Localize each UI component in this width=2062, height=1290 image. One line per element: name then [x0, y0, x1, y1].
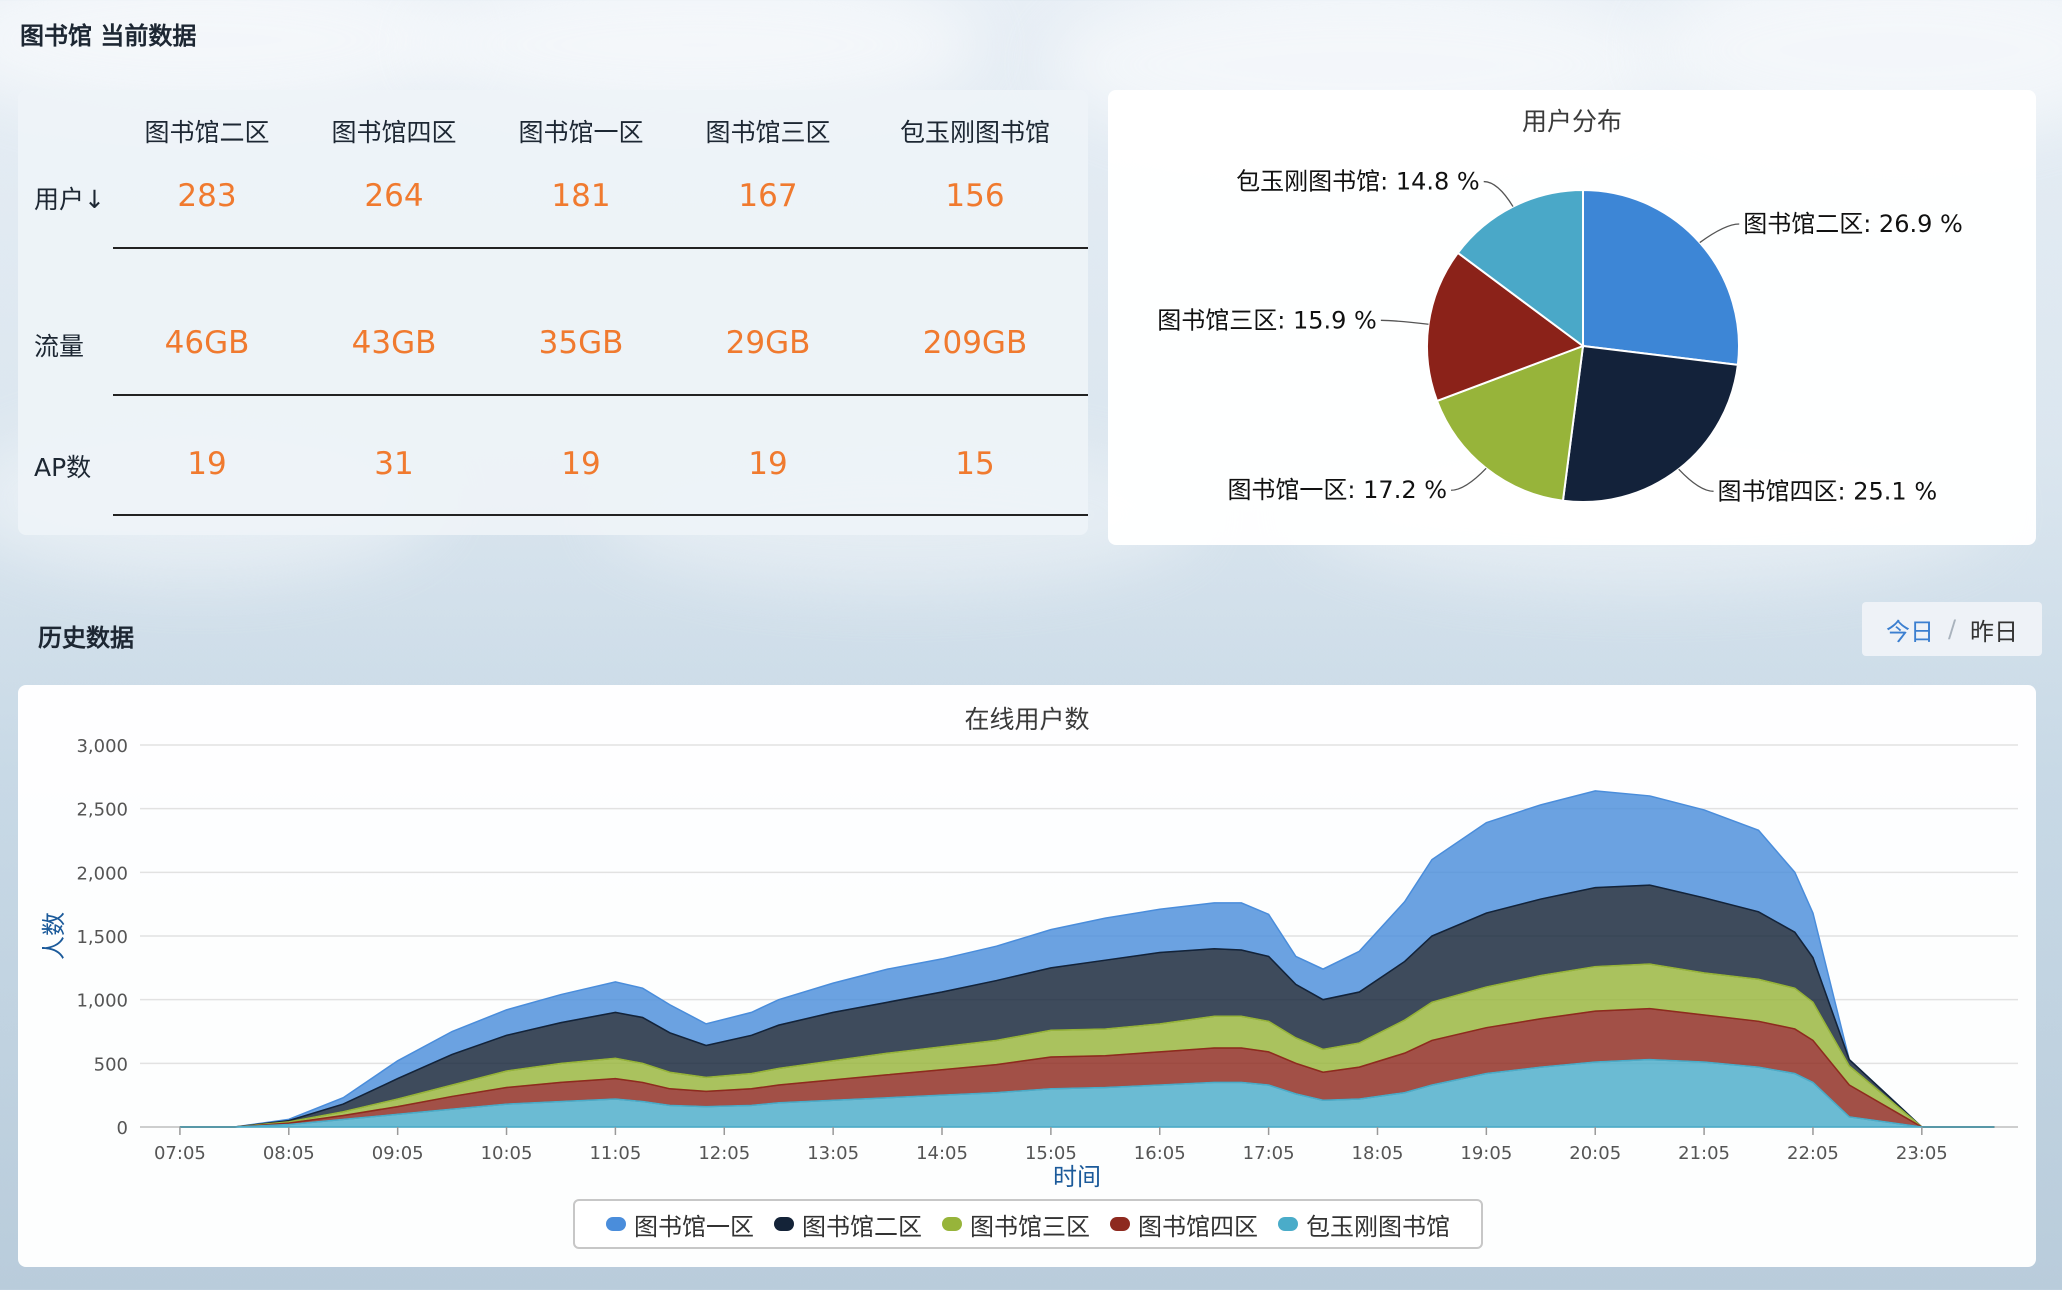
legend-label: 图书馆四区: [1138, 1212, 1258, 1241]
legend-label: 图书馆二区: [802, 1212, 922, 1241]
x-tick-label: 22:05: [1787, 1143, 1839, 1164]
y-tick-label: 0: [117, 1118, 128, 1139]
x-tick-label: 11:05: [589, 1143, 641, 1164]
y-tick-label: 1,000: [76, 991, 128, 1012]
x-tick-label: 07:05: [154, 1143, 206, 1164]
legend-label: 包玉刚图书馆: [1306, 1212, 1450, 1241]
y-tick-label: 500: [94, 1054, 128, 1075]
x-tick-label: 18:05: [1352, 1143, 1404, 1164]
legend-swatch: [942, 1217, 962, 1231]
x-tick-label: 09:05: [372, 1143, 424, 1164]
legend-item[interactable]: 图书馆四区: [1110, 1207, 1258, 1242]
x-axis-title: 时间: [1053, 1163, 1101, 1191]
area-chart: 0 500 1,000 1,500 2,000 2,500 3,000 07:05 08:05 0…: [40, 736, 2018, 1191]
y-tick-label: 2,000: [76, 863, 128, 884]
legend-label: 图书馆一区: [634, 1212, 754, 1241]
legend-label: 图书馆三区: [970, 1212, 1090, 1241]
legend-swatch: [774, 1217, 794, 1231]
legend-swatch: [1278, 1217, 1298, 1231]
x-tick-label: 17:05: [1243, 1143, 1295, 1164]
legend-item[interactable]: 图书馆一区: [606, 1207, 754, 1242]
y-tick-label: 1,500: [76, 927, 128, 948]
x-tick-label: 19:05: [1460, 1143, 1512, 1164]
area-chart-legend: 图书馆一区 图书馆二区 图书馆三区 图书馆四区 包玉刚图书馆: [573, 1199, 1483, 1249]
x-tick-label: 12:05: [698, 1143, 750, 1164]
y-axis-title: 人数: [40, 912, 68, 960]
y-tick-label: 3,000: [76, 736, 128, 757]
x-tick-label: 16:05: [1134, 1143, 1186, 1164]
legend-item[interactable]: 包玉刚图书馆: [1278, 1207, 1450, 1242]
y-tick-label: 2,500: [76, 800, 128, 821]
x-tick-label: 10:05: [481, 1143, 533, 1164]
x-tick-label: 08:05: [263, 1143, 315, 1164]
legend-item[interactable]: 图书馆二区: [774, 1207, 922, 1242]
x-tick-label: 15:05: [1025, 1143, 1077, 1164]
x-tick-label: 14:05: [916, 1143, 968, 1164]
legend-swatch: [1110, 1217, 1130, 1231]
legend-swatch: [606, 1217, 626, 1231]
legend-item[interactable]: 图书馆三区: [942, 1207, 1090, 1242]
x-tick-label: 23:05: [1896, 1143, 1948, 1164]
x-tick-label: 20:05: [1569, 1143, 1621, 1164]
x-tick-label: 13:05: [807, 1143, 859, 1164]
x-tick-label: 21:05: [1678, 1143, 1730, 1164]
